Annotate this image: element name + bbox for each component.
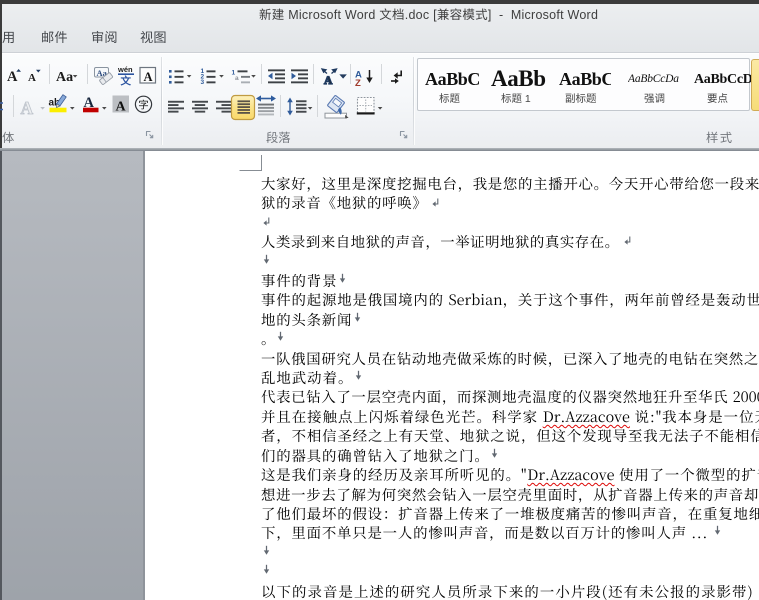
svg-text:文: 文 bbox=[120, 74, 132, 89]
svg-text:A: A bbox=[7, 69, 18, 85]
svg-text:Aa: Aa bbox=[56, 70, 73, 85]
svg-text:A: A bbox=[116, 100, 127, 115]
svg-text:字: 字 bbox=[138, 98, 149, 113]
svg-text:3: 3 bbox=[201, 79, 205, 86]
svg-text:A: A bbox=[28, 72, 36, 84]
svg-text:A: A bbox=[324, 75, 333, 87]
svg-text:A: A bbox=[21, 98, 34, 118]
svg-text:A: A bbox=[144, 70, 153, 84]
svg-text:Z: Z bbox=[355, 78, 361, 89]
svg-text:a: a bbox=[235, 75, 239, 82]
